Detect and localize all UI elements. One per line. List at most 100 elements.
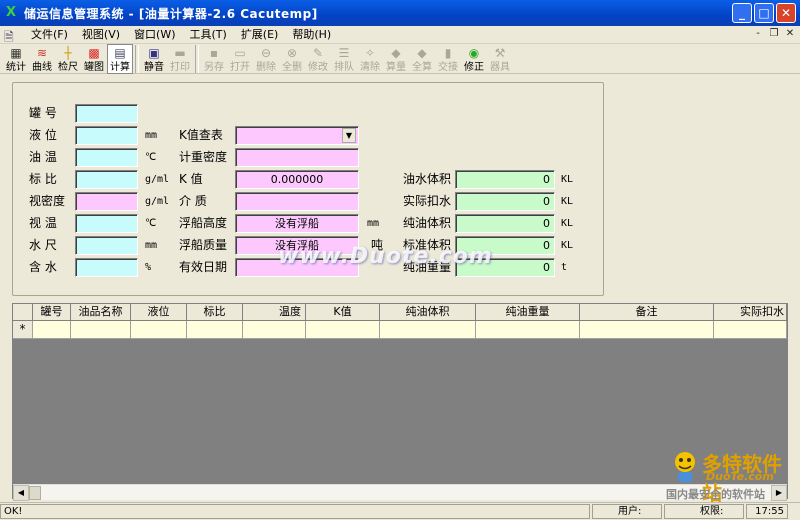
document-icon[interactable]: 🗎 [4, 28, 18, 44]
compute-all-icon: ◆ [417, 45, 427, 60]
menu-help[interactable]: 帮助(H) [285, 26, 338, 44]
level-unit: mm [145, 130, 158, 141]
valid-date-label: 有效日期 [179, 260, 228, 274]
curve-button[interactable]: ≋ 曲线 [29, 44, 55, 74]
water-level-field[interactable] [75, 236, 138, 255]
chevron-down-icon[interactable]: ▼ [342, 128, 356, 143]
scroll-thumb[interactable] [29, 486, 41, 500]
status-user-label: 用户: [618, 506, 642, 517]
minimize-button[interactable]: _ [732, 3, 752, 23]
col-level[interactable]: 液位 [131, 304, 187, 321]
menu-file[interactable]: 文件(F) [24, 26, 75, 44]
mute-button[interactable]: ▣ 静音 [141, 44, 167, 74]
status-message: OK! [0, 504, 590, 519]
compute-all-button[interactable]: ◆ 全算 [409, 44, 435, 74]
mdi-restore-button[interactable]: ❐ [768, 28, 780, 40]
scroll-left-icon[interactable]: ◀ [13, 485, 29, 501]
delete-icon: ⊖ [260, 45, 272, 60]
tank-chart-button[interactable]: ▩ 罐图 [81, 44, 107, 74]
table-cell[interactable] [714, 321, 787, 339]
calculate-button[interactable]: ▤ 计算 [107, 44, 133, 74]
col-remarks[interactable]: 备注 [580, 304, 714, 321]
ruler-label: 检尺 [58, 62, 78, 73]
stats-button[interactable]: ▦ 统计 [3, 44, 29, 74]
float-height-label: 浮船高度 [179, 216, 228, 230]
water-content-field[interactable] [75, 258, 138, 277]
tools-label: 器具 [490, 62, 510, 73]
weight-density-label: 计重密度 [179, 150, 228, 164]
compute-all-label: 全算 [412, 62, 432, 73]
col-std-density[interactable]: 标比 [187, 304, 243, 321]
mdi-close-button[interactable]: ✕ [784, 28, 796, 40]
title-bar: X 储运信息管理系统 - [油量计算器-2.6 Cacutemp] _ □ ✕ [0, 0, 800, 26]
open-icon: ▭ [234, 45, 246, 60]
col-pure-oil-weight[interactable]: 纯油重量 [476, 304, 580, 321]
apparent-temp-field[interactable] [75, 214, 138, 233]
float-height-field[interactable]: 没有浮船 [235, 214, 359, 233]
menu-extend[interactable]: 扩展(E) [234, 26, 286, 44]
edit-button[interactable]: ✎ 修改 [305, 44, 331, 74]
table-cell[interactable] [476, 321, 580, 339]
pure-oil-vol-label: 纯油体积 [403, 216, 452, 230]
table-cell[interactable] [71, 321, 131, 339]
table-cell[interactable] [33, 321, 71, 339]
maximize-button[interactable]: □ [754, 3, 774, 23]
tools-button[interactable]: ⚒ 器具 [487, 44, 513, 74]
queue-icon: ☰ [338, 45, 350, 60]
menu-view[interactable]: 视图(V) [75, 26, 127, 44]
actual-deduct-unit: KL [561, 196, 574, 207]
std-density-field[interactable] [75, 170, 138, 189]
col-k-value[interactable]: K值 [306, 304, 380, 321]
table-cell[interactable] [580, 321, 714, 339]
oil-temp-field[interactable] [75, 148, 138, 167]
table-cell[interactable] [187, 321, 243, 339]
save-as-button[interactable]: ▪ 另存 [201, 44, 227, 74]
mute-label: 静音 [144, 62, 164, 73]
app-icon: X [6, 5, 17, 20]
table-cell[interactable] [243, 321, 306, 339]
col-temperature[interactable]: 温度 [243, 304, 306, 321]
correct-button[interactable]: ◉ 修正 [461, 44, 487, 74]
window-controls: _ □ ✕ [732, 3, 796, 23]
table-row-new[interactable]: * [13, 321, 787, 339]
k-value-field[interactable]: 0.000000 [235, 170, 359, 189]
close-button[interactable]: ✕ [776, 3, 796, 23]
col-oil-name[interactable]: 油品名称 [71, 304, 131, 321]
open-button[interactable]: ▭ 打开 [227, 44, 253, 74]
level-field[interactable] [75, 126, 138, 145]
oil-water-vol-field[interactable]: 0 [455, 170, 555, 189]
col-tank-no[interactable]: 罐号 [33, 304, 71, 321]
queue-button[interactable]: ☰ 排队 [331, 44, 357, 74]
compute-button[interactable]: ◆ 算量 [383, 44, 409, 74]
edit-label: 修改 [308, 62, 328, 73]
apparent-temp-unit: ℃ [145, 218, 157, 229]
table-cell[interactable] [131, 321, 187, 339]
col-pure-oil-vol[interactable]: 纯油体积 [380, 304, 476, 321]
weight-density-field[interactable] [235, 148, 359, 167]
clear-button[interactable]: ✧ 清除 [357, 44, 383, 74]
curve-label: 曲线 [32, 62, 52, 73]
delete-all-button[interactable]: ⊗ 全删 [279, 44, 305, 74]
col-actual-deduct[interactable]: 实际扣水 [714, 304, 787, 321]
menu-window[interactable]: 窗口(W) [127, 26, 182, 44]
print-button[interactable]: ▬ 打印 [167, 44, 193, 74]
logo-domain: DuoTe.com [706, 470, 774, 483]
menu-tools[interactable]: 工具(T) [183, 26, 234, 44]
clear-icon: ✧ [364, 45, 376, 60]
mdi-minimize-button[interactable]: - [752, 28, 764, 40]
apparent-density-field[interactable] [75, 192, 138, 211]
pure-oil-vol-field[interactable]: 0 [455, 214, 555, 233]
ruler-button[interactable]: ┼ 检尺 [55, 44, 81, 74]
actual-deduct-field[interactable]: 0 [455, 192, 555, 211]
k-table-select[interactable] [235, 126, 359, 145]
handover-button[interactable]: ▮ 交接 [435, 44, 461, 74]
toolbar-separator [195, 45, 199, 73]
medium-label: 介 质 [179, 194, 207, 208]
delete-button[interactable]: ⊖ 删除 [253, 44, 279, 74]
oil-water-vol-unit: KL [561, 174, 574, 185]
ruler-icon: ┼ [64, 45, 72, 60]
medium-field[interactable] [235, 192, 359, 211]
table-cell[interactable] [380, 321, 476, 339]
tank-no-field[interactable] [75, 104, 138, 123]
table-cell[interactable] [306, 321, 380, 339]
